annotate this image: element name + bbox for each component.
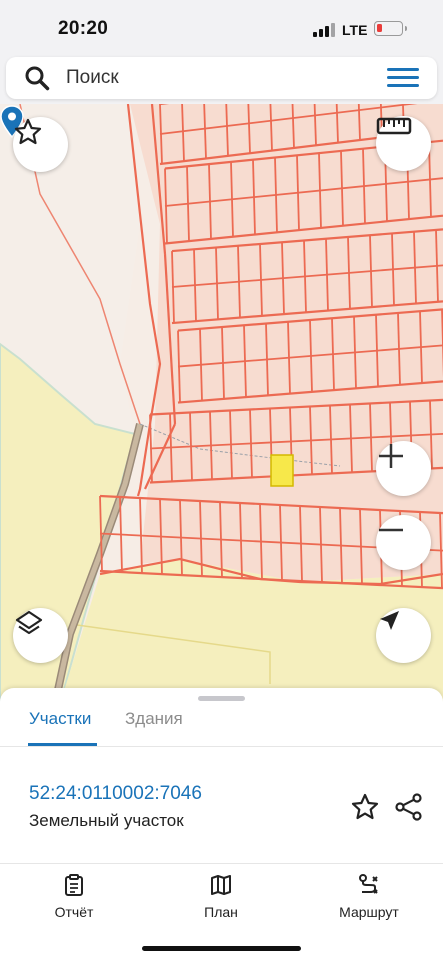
navigation-arrow-icon xyxy=(380,611,399,630)
search-input[interactable] xyxy=(66,57,366,99)
tab-buildings[interactable]: Здания xyxy=(125,709,183,729)
network-type: LTE xyxy=(342,22,368,38)
nav-report[interactable]: Отчёт xyxy=(24,874,124,920)
search-icon[interactable] xyxy=(24,65,50,91)
signal-icon xyxy=(313,23,335,37)
layers-icon xyxy=(15,610,43,635)
divider xyxy=(0,746,443,747)
plus-icon xyxy=(379,444,403,468)
nav-plan[interactable]: План xyxy=(171,874,271,920)
star-icon[interactable] xyxy=(350,792,380,822)
map-icon xyxy=(211,875,231,895)
star-icon xyxy=(14,118,42,145)
route-icon xyxy=(359,874,378,894)
locate-button[interactable] xyxy=(376,608,431,663)
favorite-button[interactable] xyxy=(13,117,68,172)
clipboard-icon xyxy=(65,874,83,896)
menu-icon[interactable] xyxy=(387,67,420,89)
zoom-in-button[interactable] xyxy=(376,441,431,496)
map-view[interactable] xyxy=(0,104,443,704)
ruler-button[interactable] xyxy=(376,116,431,171)
divider xyxy=(0,863,443,864)
nav-route-label: Маршрут xyxy=(339,904,399,920)
layers-button[interactable] xyxy=(13,608,68,663)
zoom-out-button[interactable] xyxy=(376,515,431,570)
parcel-type-label: Земельный участок xyxy=(29,811,184,830)
parcel-boundary xyxy=(119,496,123,573)
battery-icon xyxy=(374,21,407,36)
bottom-sheet: Участки Здания 52:24:0110002:7046 Земель… xyxy=(0,688,443,960)
search-bar xyxy=(6,57,437,99)
cadastral-number-link[interactable]: 52:24:0110002:7046 xyxy=(29,783,202,805)
status-time: 20:20 xyxy=(58,18,109,39)
minus-icon xyxy=(379,528,403,532)
nav-route[interactable]: Маршрут xyxy=(319,874,419,920)
tab-parcels[interactable]: Участки xyxy=(29,709,91,729)
nav-report-label: Отчёт xyxy=(54,904,94,920)
ruler-icon xyxy=(376,117,412,135)
home-indicator xyxy=(142,946,301,951)
status-bar: 20:20 LTE xyxy=(0,0,443,58)
nav-plan-label: План xyxy=(204,904,238,920)
selected-parcel xyxy=(270,454,294,487)
share-icon[interactable] xyxy=(394,792,424,822)
sheet-drag-handle[interactable] xyxy=(198,696,245,701)
